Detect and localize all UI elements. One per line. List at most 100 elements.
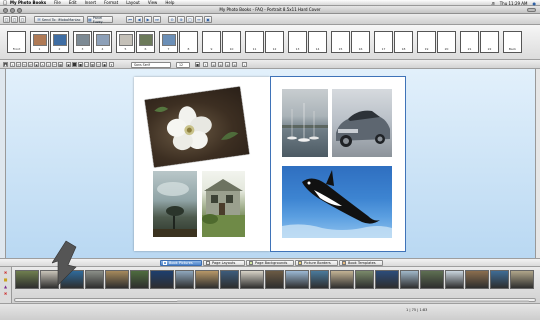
color-picker-icon[interactable]: ●: [102, 62, 107, 67]
page-thumbnail[interactable]: 15: [331, 31, 350, 53]
new-book-icon[interactable]: □: [3, 16, 10, 23]
page-thumbnail[interactable]: 2: [50, 31, 69, 53]
filmstrip-thumbnail[interactable]: [330, 270, 354, 289]
page-spread[interactable]: 9 10: [202, 31, 241, 53]
filmstrip-thumbnail[interactable]: [130, 270, 149, 289]
page-spread[interactable]: Back: [503, 31, 522, 53]
page-workspace[interactable]: [0, 69, 540, 258]
car-photo[interactable]: [332, 89, 392, 157]
page-spread[interactable]: 21 22: [460, 31, 499, 53]
page-thumbnail[interactable]: 9: [202, 31, 221, 53]
filmstrip-thumbnail[interactable]: [240, 270, 264, 289]
filmstrip-thumbnail[interactable]: [150, 270, 174, 289]
panel-button[interactable]: ▦ Panel Fuzzy: [87, 16, 113, 24]
shadow-icon[interactable]: ▩: [90, 62, 95, 67]
flower-photo[interactable]: [144, 86, 250, 168]
import-picture-icon[interactable]: ▲: [3, 284, 8, 289]
page-spread[interactable]: 19 20: [417, 31, 456, 53]
page-thumbnail[interactable]: 4: [93, 31, 112, 53]
toolbar-toggle-icon[interactable]: [527, 8, 536, 12]
page-thumbnail[interactable]: Back: [503, 31, 522, 53]
tab-book-pictures[interactable]: Book Pictures: [160, 260, 202, 266]
select-tool-icon[interactable]: ▲: [3, 62, 8, 67]
page-thumbnail[interactable]: 20: [437, 31, 456, 53]
filmstrip-thumbnail[interactable]: [285, 270, 309, 289]
page-thumbnail[interactable]: 8: [179, 31, 198, 53]
page-thumbnail[interactable]: 6: [136, 31, 155, 53]
filmstrip-thumbnail[interactable]: [400, 270, 419, 289]
menu-file[interactable]: File: [54, 0, 61, 5]
page-thumbnail[interactable]: 21: [460, 31, 479, 53]
filmstrip-thumbnail[interactable]: [375, 270, 399, 289]
tab-page-backgrounds[interactable]: Page Backgrounds: [246, 260, 294, 266]
page-thumbnail[interactable]: 1: [30, 31, 49, 53]
page-thumbnail[interactable]: 11: [245, 31, 264, 53]
flip-icon[interactable]: ⇄: [28, 62, 33, 67]
fit-page-icon[interactable]: ▢: [186, 16, 194, 23]
filmstrip-thumbnail[interactable]: [490, 270, 509, 289]
filmstrip-thumbnail[interactable]: [15, 270, 39, 289]
page-spread[interactable]: 11 12: [245, 31, 284, 53]
house-photo[interactable]: [202, 171, 245, 237]
page-thumbnail[interactable]: 17: [374, 31, 393, 53]
page-spread[interactable]: 34: [73, 31, 112, 53]
filmstrip-scrollbar[interactable]: [14, 298, 536, 302]
page-thumbnail[interactable]: 22: [480, 31, 499, 53]
spotlight-icon[interactable]: ●: [533, 1, 537, 6]
undo-icon[interactable]: ↶: [52, 62, 57, 67]
page-spread[interactable]: 78: [159, 31, 198, 53]
font-family-select[interactable]: Sans Serif: [131, 61, 171, 68]
volume-icon[interactable]: ♬: [491, 1, 495, 6]
page-thumbnail[interactable]: 10: [222, 31, 241, 53]
page-thumbnail[interactable]: 3: [73, 31, 92, 53]
fill-icon[interactable]: ■: [78, 62, 83, 67]
right-page[interactable]: [270, 76, 406, 252]
page-spread[interactable]: 12: [30, 31, 69, 53]
list-icon[interactable]: •: [242, 62, 247, 67]
align-right-icon[interactable]: ≡: [225, 62, 230, 67]
red-eye-icon[interactable]: ◉: [34, 62, 39, 67]
filmstrip-thumbnail[interactable]: [310, 270, 329, 289]
align-left-icon[interactable]: ≡: [211, 62, 216, 67]
previous-page-icon[interactable]: ◀: [135, 16, 143, 23]
page-spread[interactable]: 13 14: [288, 31, 327, 53]
page-thumbnail[interactable]: 18: [394, 31, 413, 53]
filmstrip-thumbnail[interactable]: [445, 270, 464, 289]
rotate-left-icon[interactable]: ↺: [16, 62, 21, 67]
page-spread[interactable]: 15 16: [331, 31, 370, 53]
black-fill-icon[interactable]: [72, 62, 77, 67]
filmstrip-thumbnail[interactable]: [85, 270, 104, 289]
text-tool-icon[interactable]: A: [40, 62, 45, 67]
color-icon[interactable]: ■: [195, 62, 200, 67]
tab-book-templates[interactable]: Book Templates: [339, 260, 383, 266]
tree-photo[interactable]: [153, 171, 197, 237]
fullscreen-icon[interactable]: ▣: [204, 16, 212, 23]
filmstrip-thumbnail[interactable]: [105, 270, 129, 289]
justify-icon[interactable]: ≡: [232, 62, 237, 67]
menu-app-name[interactable]: My Photo Books: [10, 0, 46, 5]
filmstrip-thumbnail[interactable]: [465, 270, 489, 289]
filmstrip-thumbnail[interactable]: [265, 270, 284, 289]
arrange-icon[interactable]: ▾: [109, 62, 114, 67]
menu-clock[interactable]: Thu 11:29 AM: [500, 1, 528, 6]
align-center-icon[interactable]: ≡: [218, 62, 223, 67]
border-icon[interactable]: ▢: [84, 62, 89, 67]
menu-format[interactable]: Format: [104, 0, 118, 5]
page-thumbnail[interactable]: 7: [159, 31, 178, 53]
zoom-out-icon[interactable]: ⊖: [168, 16, 176, 23]
grid-icon[interactable]: ▦: [58, 62, 63, 67]
menu-insert[interactable]: Insert: [85, 0, 96, 5]
next-page-icon[interactable]: ▶: [144, 16, 152, 23]
filmstrip-thumbnail[interactable]: [220, 270, 239, 289]
menu-edit[interactable]: Edit: [69, 0, 77, 5]
apple-menu-icon[interactable]: : [0, 0, 10, 6]
filmstrip-thumbnail[interactable]: [175, 270, 194, 289]
layer-icon[interactable]: ◫: [96, 62, 101, 67]
tab-page-layouts[interactable]: Page Layouts: [203, 260, 245, 266]
italic-icon[interactable]: I: [203, 62, 208, 67]
page-thumbnail[interactable]: 13: [288, 31, 307, 53]
page-thumbnail[interactable]: Front: [7, 31, 26, 53]
last-page-icon[interactable]: ⏭: [153, 16, 161, 23]
page-spread[interactable]: 17 18: [374, 31, 413, 53]
menu-layout[interactable]: Layout: [126, 0, 140, 5]
